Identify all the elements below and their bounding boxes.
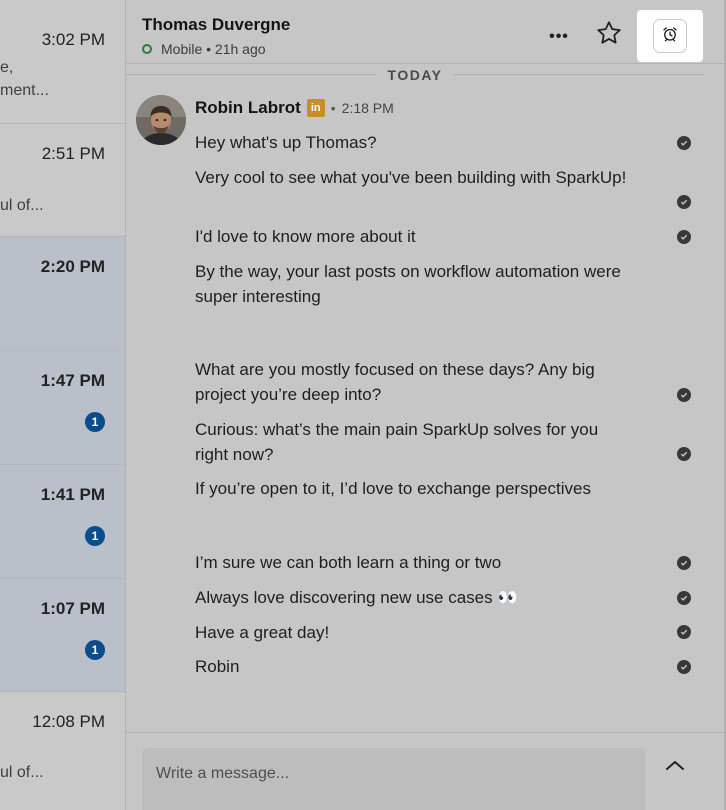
read-receipt-icon [677, 447, 691, 461]
sender-separator: • [330, 100, 336, 116]
online-status-icon [142, 44, 152, 54]
conversation-time: 1:47 PM [40, 371, 105, 390]
message-text: If you’re open to it, I’d love to exchan… [195, 479, 591, 498]
sender-avatar[interactable] [136, 95, 186, 145]
message-text: Hey what's up Thomas? [195, 133, 377, 152]
more-icon: ••• [549, 28, 569, 45]
message-input[interactable] [156, 762, 626, 786]
reminder-button[interactable] [637, 10, 703, 62]
conversation-item[interactable]: 2:51 PM ul of... [0, 124, 125, 237]
unread-count-badge: 1 [85, 526, 105, 546]
conversation-panel: Thomas Duvergne Mobile • 21h ago ••• TOD… [126, 0, 724, 810]
contact-status-text: Mobile • 21h ago [161, 41, 266, 57]
conversation-item[interactable]: 1:41 PM 1 [0, 465, 125, 579]
message-text: I'd love to know more about it [195, 227, 416, 246]
message-text: Always love discovering new use cases 👀 [195, 588, 519, 607]
conversation-item[interactable]: 1:47 PM 1 [0, 351, 125, 465]
read-receipt-icon [677, 625, 691, 639]
conversation-snippet: ul of... [0, 764, 44, 781]
read-receipt-icon [677, 230, 691, 244]
composer-divider [126, 732, 724, 733]
chevron-up-icon [665, 758, 685, 776]
star-button[interactable] [594, 20, 624, 50]
more-options-button[interactable]: ••• [540, 23, 578, 51]
conversation-time: 3:02 PM [41, 30, 105, 49]
divider-line [454, 74, 704, 75]
message-text: What are you mostly focused on these day… [195, 360, 595, 404]
alarm-clock-icon [661, 25, 679, 48]
linkedin-badge-icon: in [306, 99, 325, 117]
conversation-time: 12:08 PM [32, 712, 105, 731]
message-timestamp: 2:18 PM [341, 100, 394, 116]
read-receipt-icon [677, 136, 691, 150]
message-text: Curious: what’s the main pain SparkUp so… [195, 420, 599, 464]
expand-composer-button[interactable] [663, 755, 687, 779]
sender-name[interactable]: Robin Labrot [195, 98, 301, 118]
conversation-item[interactable]: 2:20 PM [0, 237, 125, 351]
conversation-snippet: ment... [0, 82, 49, 99]
read-receipt-icon [677, 195, 691, 209]
message-text: Robin [195, 657, 240, 676]
unread-count-badge: 1 [85, 640, 105, 660]
conversation-time: 2:51 PM [41, 144, 105, 163]
conversation-time: 1:41 PM [40, 485, 105, 504]
conversation-snippet: e, [0, 59, 14, 76]
message-text: Have a great day! [195, 623, 330, 642]
message-text: Very cool to see what you've been buildi… [195, 168, 627, 187]
contact-name[interactable]: Thomas Duvergne [142, 15, 290, 35]
read-receipt-icon [677, 388, 691, 402]
unread-count-badge: 1 [85, 412, 105, 432]
conversation-snippet: ul of... [0, 197, 44, 214]
conversation-header: Thomas Duvergne Mobile • 21h ago ••• [126, 0, 724, 64]
sender-header: Robin Labrot in • 2:18 PM [195, 96, 394, 120]
conversation-time: 2:20 PM [40, 257, 105, 276]
conversation-item[interactable]: 3:02 PM e, ment... [0, 0, 125, 124]
star-icon [595, 19, 623, 52]
conversation-item[interactable]: 12:08 PM ul of... [0, 692, 125, 810]
message-composer [142, 748, 645, 810]
message-text: I’m sure we can both learn a thing or tw… [195, 553, 502, 572]
read-receipt-icon [677, 591, 691, 605]
message-text: By the way, your last posts on workflow … [195, 262, 621, 306]
contact-status: Mobile • 21h ago [142, 41, 266, 57]
conversation-list: 3:02 PM e, ment... 2:51 PM ul of... 2:20… [0, 0, 126, 810]
day-divider: TODAY [126, 65, 724, 85]
day-divider-label: TODAY [387, 67, 443, 83]
read-receipt-icon [677, 660, 691, 674]
conversation-item[interactable]: 1:07 PM 1 [0, 579, 125, 692]
conversation-time: 1:07 PM [40, 599, 105, 618]
read-receipt-icon [677, 556, 691, 570]
reminder-button-frame [653, 19, 687, 53]
